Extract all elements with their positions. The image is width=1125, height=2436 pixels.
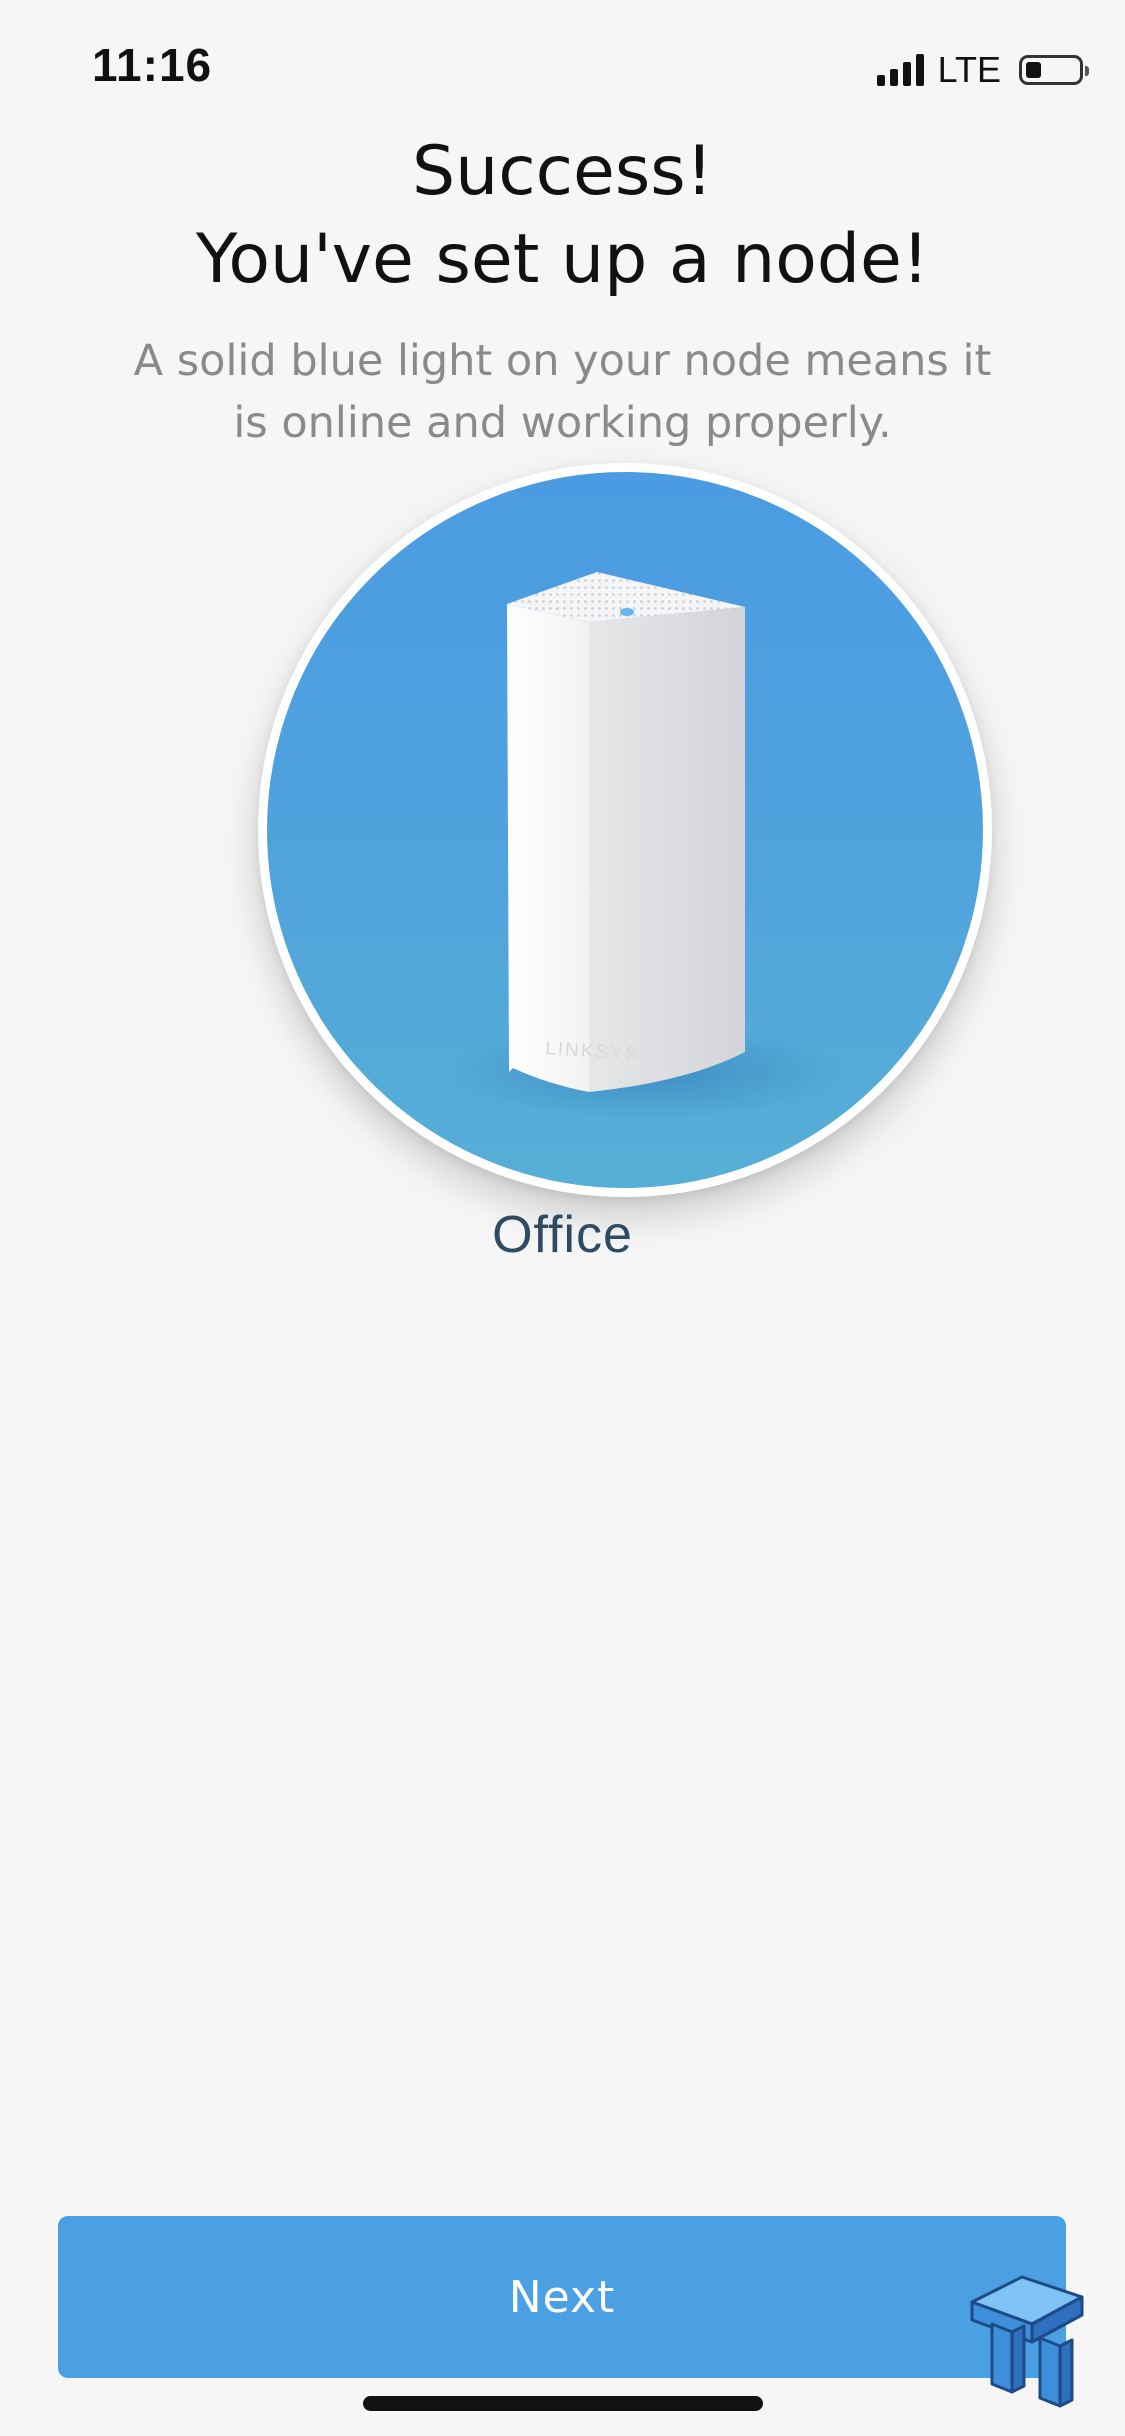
node-location-label: Office (492, 1206, 633, 1264)
network-type: LTE (937, 49, 1001, 90)
home-indicator[interactable] (363, 2396, 763, 2411)
page-title: Success! You've set up a node! (0, 128, 1125, 304)
battery-tip (1085, 66, 1089, 76)
status-bar: 11:16 LTE (0, 0, 1125, 140)
mesh-node-icon: LINKSYS (447, 572, 847, 1120)
battery-level (1026, 62, 1041, 78)
next-button[interactable]: Next (58, 2216, 1066, 2378)
battery-icon (1019, 55, 1089, 85)
status-time: 11:16 (92, 39, 213, 91)
setup-description: A solid blue light on your node means it… (133, 336, 992, 448)
cellular-signal-icon (876, 54, 924, 86)
next-button-label: Next (508, 2271, 616, 2323)
status-indicators: LTE (876, 48, 1089, 92)
title-line-1: Success! (412, 132, 713, 211)
node-image-circle: LINKSYS (258, 463, 992, 1197)
title-line-2: You've set up a node! (195, 220, 930, 299)
watermark-logo-icon (970, 2275, 1084, 2408)
